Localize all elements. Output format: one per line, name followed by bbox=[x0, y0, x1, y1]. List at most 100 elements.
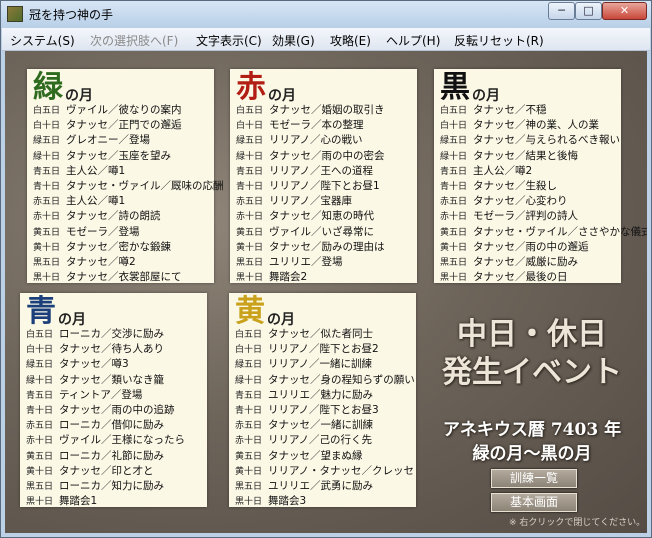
month-suffix: の月 bbox=[58, 312, 86, 328]
event-date: 赤五日 bbox=[440, 197, 468, 208]
event-row: 黄十日 タナッセ／印と才と bbox=[26, 464, 185, 479]
event-row: 緑十日 タナッセ／雨の中の密会 bbox=[236, 149, 385, 164]
event-title: タナッセ／威厳に励み bbox=[473, 255, 578, 268]
menu-help[interactable]: ヘルプ(H) bbox=[386, 32, 440, 49]
minimize-button[interactable]: ─ bbox=[548, 2, 575, 20]
menu-effects[interactable]: 効果(G) bbox=[272, 32, 315, 49]
event-date: 緑五日 bbox=[236, 136, 264, 147]
event-row: 緑五日 リリアノ／心の戦い bbox=[236, 133, 385, 148]
event-row: 黒十日 タナッセ／衣裳部屋にて bbox=[33, 270, 224, 285]
event-title: リリアノ／宝器庫 bbox=[269, 195, 353, 208]
event-date: 黒十日 bbox=[26, 497, 54, 508]
event-row: 緑十日 タナッセ／類いなき籠 bbox=[26, 373, 185, 388]
event-title: タナッセ／励みの理由は bbox=[269, 240, 385, 253]
event-row: 白五日 タナッセ／似た者同士 bbox=[235, 327, 415, 342]
event-row: 青五日 主人公／噂2 bbox=[440, 164, 647, 179]
event-title: ヴァイル／王様になったら bbox=[59, 434, 185, 447]
event-row: 黒五日 ユリリエ／武勇に励み bbox=[235, 479, 415, 494]
event-row: 黒五日 タナッセ／威厳に励み bbox=[440, 255, 647, 270]
event-date: 青五日 bbox=[236, 166, 264, 177]
menu-system[interactable]: システム(S) bbox=[10, 32, 75, 49]
month-card-green: 緑の月 白五日 ヴァイル／彼なりの案内 白十日 タナッセ／正門での邂逅 緑五日 グレオニー／… bbox=[27, 69, 224, 283]
event-title: 舞踏会3 bbox=[268, 495, 307, 508]
event-row: 緑五日 リリアノ／一緒に訓練 bbox=[235, 357, 415, 372]
event-title: タナッセ／雨の中の邂逅 bbox=[473, 240, 589, 253]
event-date: 青五日 bbox=[440, 166, 468, 177]
event-title: タナッセ／一緒に訓練 bbox=[268, 419, 373, 432]
month-kanji: 緑 bbox=[33, 70, 63, 105]
event-row: 赤十日 リリアノ／己の行く先 bbox=[235, 433, 415, 448]
close-button[interactable]: ✕ bbox=[602, 2, 647, 20]
event-title: タナッセ／玉座を望み bbox=[66, 149, 171, 162]
event-title: タナッセ／噂2 bbox=[66, 255, 136, 268]
menu-strategy[interactable]: 攻略(E) bbox=[330, 32, 371, 49]
event-row: 青五日 主人公／噂1 bbox=[33, 164, 224, 179]
maximize-button[interactable]: □ bbox=[575, 2, 602, 20]
month-suffix: の月 bbox=[267, 312, 295, 328]
menu-text-display[interactable]: 文字表示(C) bbox=[196, 32, 262, 49]
month-heading: 青の月 bbox=[26, 295, 86, 329]
event-row: 白十日 モゼーラ／本の整理 bbox=[236, 118, 385, 133]
event-list: 白五日 ヴァイル／彼なりの案内 白十日 タナッセ／正門での邂逅 緑五日 グレオニー／登場緑… bbox=[33, 103, 224, 285]
event-row: 赤十日 タナッセ／詩の朗読 bbox=[33, 209, 224, 224]
event-date: 青十日 bbox=[440, 181, 468, 192]
event-row: 黄五日 タナッセ・ヴァイル／ささやかな儀式 bbox=[440, 225, 647, 240]
event-date: 青十日 bbox=[235, 405, 263, 416]
event-row: 緑十日 タナッセ／結果と後悔 bbox=[440, 149, 647, 164]
month-kanji: 黄 bbox=[235, 294, 265, 329]
event-row: 黒五日 タナッセ／噂2 bbox=[33, 255, 224, 270]
event-title: ヴァイル／いざ尋常に bbox=[269, 225, 374, 238]
basic-screen-button[interactable]: 基本画面 bbox=[491, 493, 577, 512]
event-row: 黒五日 ユリリエ／登場 bbox=[236, 255, 385, 270]
event-title: タナッセ／噂3 bbox=[59, 358, 129, 371]
event-title: 舞踏会2 bbox=[269, 271, 308, 284]
month-kanji: 黒 bbox=[440, 70, 470, 105]
event-list: 白五日 タナッセ／婚姻の取引き 白十日 モゼーラ／本の整理 緑五日 リリアノ／心の戦い 緑十… bbox=[236, 103, 385, 285]
event-row: 黄五日 タナッセ／望まぬ縁 bbox=[235, 449, 415, 464]
event-date: 黄五日 bbox=[33, 227, 61, 238]
event-row: 青十日 タナッセ／雨の中の追跡 bbox=[26, 403, 185, 418]
event-title: モゼーラ／本の整理 bbox=[269, 119, 364, 132]
event-row: 黄十日 タナッセ／雨の中の邂逅 bbox=[440, 240, 647, 255]
event-date: 緑十日 bbox=[235, 375, 263, 386]
event-date: 青五日 bbox=[26, 390, 54, 401]
event-title: タナッセ／待ち人あり bbox=[59, 343, 164, 356]
info-title-line2: 発生イベント bbox=[442, 355, 622, 390]
era-label: アネキウス暦 7403 年 bbox=[442, 420, 622, 440]
event-date: 青十日 bbox=[236, 181, 264, 192]
event-title: リリアノ・タナッセ／クレッセ bbox=[268, 464, 415, 477]
event-date: 緑十日 bbox=[236, 151, 264, 162]
app-icon bbox=[7, 6, 23, 22]
event-date: 緑五日 bbox=[235, 360, 263, 371]
event-date: 緑五日 bbox=[26, 360, 54, 371]
title-bar[interactable]: 冠を持つ神の手 ─ □ ✕ bbox=[1, 1, 651, 27]
event-date: 白五日 bbox=[440, 106, 468, 116]
event-row: 赤十日 タナッセ／知恵の時代 bbox=[236, 209, 385, 224]
event-row: 青十日 リリアノ／陛下とお昼1 bbox=[236, 179, 385, 194]
event-row: 白十日 タナッセ／正門での邂逅 bbox=[33, 118, 224, 133]
event-list: 白五日 タナッセ／不穏 白十日 タナッセ／神の業、人の業 緑五日 タナッセ／与えられるべき… bbox=[440, 103, 647, 285]
event-date: 赤五日 bbox=[33, 197, 61, 208]
event-title: タナッセ／与えられるべき報い bbox=[473, 134, 620, 147]
event-date: 黒五日 bbox=[33, 257, 61, 268]
event-title: タナッセ／不穏 bbox=[473, 104, 547, 116]
month-card-red: 赤の月 白五日 タナッセ／婚姻の取引き 白十日 モゼーラ／本の整理 緑五日 リリアノ／心の戦… bbox=[230, 69, 417, 283]
event-date: 赤十日 bbox=[26, 436, 54, 447]
menu-reset[interactable]: 反転リセット(R) bbox=[454, 32, 544, 49]
event-title: ヴァイル／彼なりの案内 bbox=[66, 104, 182, 116]
event-title: ティントア／登場 bbox=[59, 388, 143, 401]
month-heading: 赤の月 bbox=[236, 71, 296, 105]
event-title: タナッセ／生殺し bbox=[473, 179, 557, 192]
event-date: 黄五日 bbox=[440, 227, 468, 238]
event-title: ローニカ／知力に励み bbox=[59, 479, 164, 492]
month-range-label: 緑の月～黒の月 bbox=[472, 444, 592, 464]
event-date: 緑十日 bbox=[33, 151, 61, 162]
menu-next-choice[interactable]: 次の選択肢へ(F) bbox=[90, 32, 178, 49]
event-date: 黄十日 bbox=[26, 466, 54, 477]
event-title: ユリリエ／魅力に励み bbox=[268, 388, 373, 401]
event-title: リリアノ／陛下とお昼1 bbox=[269, 179, 380, 192]
event-title: タナッセ／身の程知らずの願い bbox=[268, 373, 415, 386]
event-row: 赤五日 ローニカ／借仰に励み bbox=[26, 418, 185, 433]
event-title: リリアノ／一緒に訓練 bbox=[268, 358, 373, 371]
training-list-button[interactable]: 訓練一覧 bbox=[491, 469, 577, 488]
